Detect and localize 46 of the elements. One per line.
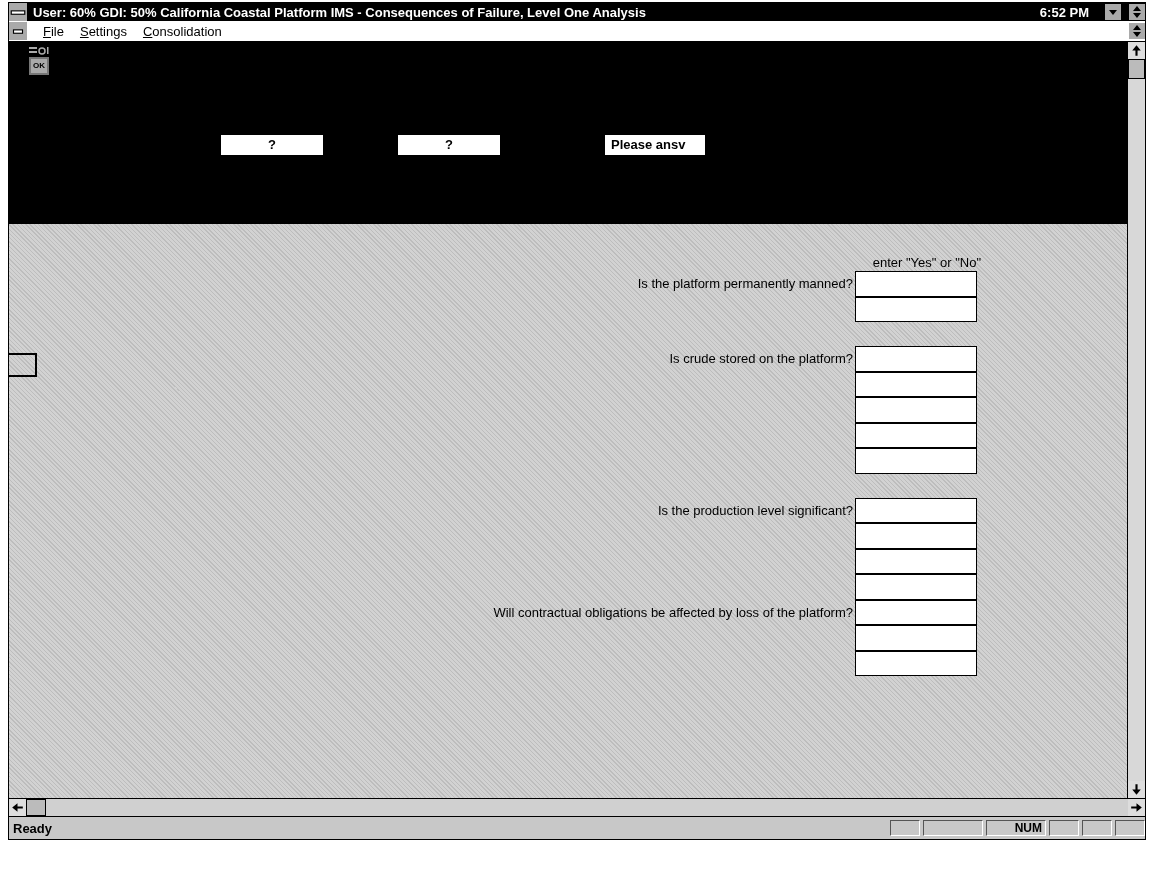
clock-text: 6:52 PM <box>1039 4 1089 20</box>
ok-button[interactable]: OK <box>29 57 49 75</box>
menu-item[interactable]: File <box>43 23 64 39</box>
answer-cell[interactable] <box>855 497 977 523</box>
answer-cell[interactable] <box>855 448 977 474</box>
restore-icon[interactable] <box>1129 22 1145 40</box>
question-mark-field[interactable]: ? <box>221 135 323 155</box>
num-lock-indicator: NUM <box>986 820 1046 836</box>
answer-cell[interactable] <box>855 296 977 322</box>
answer-cell[interactable] <box>855 625 977 651</box>
indicator-box <box>1115 820 1145 836</box>
question-text: Is the production level significant? <box>657 502 853 518</box>
indicator-box <box>890 820 920 836</box>
indicator-box <box>1049 820 1079 836</box>
indicator-box <box>923 820 983 836</box>
answer-cell[interactable] <box>855 650 977 676</box>
minimize-icon[interactable] <box>1105 3 1121 21</box>
answer-cell[interactable] <box>855 397 977 423</box>
horizontal-scrollbar[interactable] <box>9 798 1145 816</box>
answer-cell[interactable] <box>855 346 977 372</box>
status-text: Ready <box>12 820 54 836</box>
answer-cell[interactable] <box>855 422 977 448</box>
scroll-thumb[interactable] <box>1128 59 1145 79</box>
menu-item[interactable]: Consolidation <box>142 23 222 39</box>
menu-item[interactable]: Settings <box>79 23 127 39</box>
answer-cell[interactable] <box>855 599 977 625</box>
system-menu-icon[interactable] <box>9 3 27 21</box>
answer-cell[interactable] <box>855 574 977 600</box>
question-text: Is crude stored on the platform? <box>669 351 853 367</box>
dialog-icon <box>29 46 49 55</box>
answer-cell[interactable] <box>855 371 977 397</box>
answer-cell[interactable] <box>855 548 977 574</box>
question-mark-field[interactable]: ? <box>398 135 500 155</box>
answer-cell[interactable] <box>855 523 977 549</box>
window-title: User: 60% GDI: 50% California Coastal Platform IMS - Consequences of Failure, Level One Analysis <box>33 4 647 20</box>
question-text: Will contractual obligations be affected by loss of the platform? <box>493 604 853 620</box>
document-menu-icon[interactable] <box>9 22 27 40</box>
question-text: Is the platform permanently manned? <box>637 276 853 292</box>
hint-text: enter "Yes" or "No" <box>872 255 981 271</box>
restore-icon[interactable] <box>1129 3 1145 21</box>
answer-cell[interactable] <box>855 271 977 297</box>
prompt-text: Please ansv <box>605 135 705 155</box>
vertical-scrollbar[interactable] <box>1127 42 1145 798</box>
cell-cursor[interactable] <box>9 353 37 377</box>
scroll-thumb[interactable] <box>26 799 46 816</box>
indicator-box <box>1082 820 1112 836</box>
